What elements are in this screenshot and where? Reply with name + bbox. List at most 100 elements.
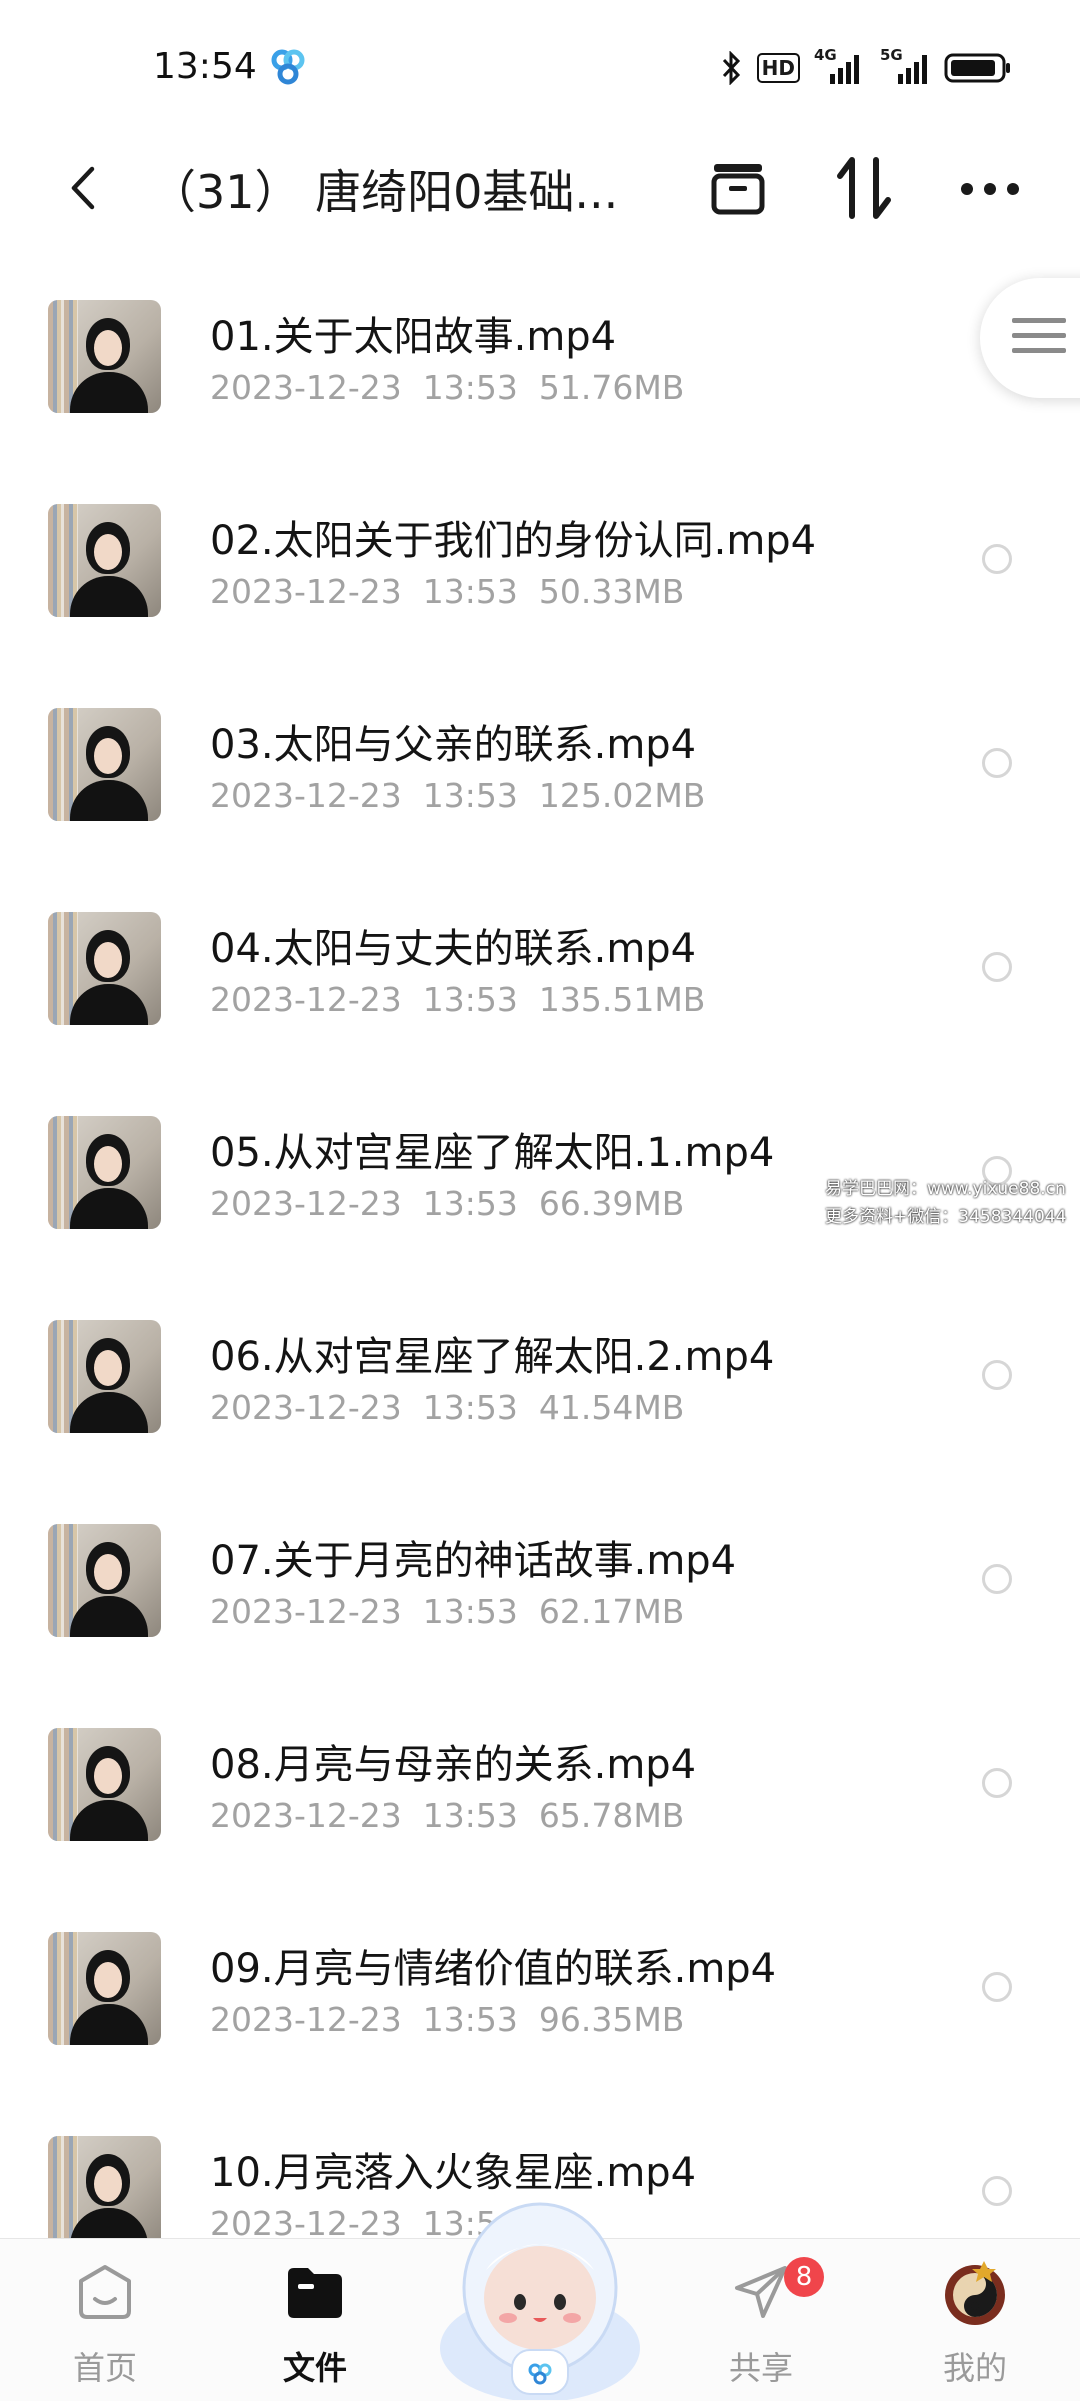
file-time: 13:53 — [422, 1796, 518, 1835]
video-thumbnail — [48, 1728, 161, 1841]
file-size: 50.33MB — [538, 572, 685, 611]
file-name: 09.月亮与情绪价值的联系.mp4 — [210, 1946, 777, 1992]
file-row[interactable]: 03.太阳与父亲的联系.mp4 2023-12-23 13:53 125.02M… — [0, 658, 1080, 862]
file-row[interactable]: 07.关于月亮的神话故事.mp4 2023-12-23 13:53 62.17M… — [0, 1474, 1080, 1678]
cloud-app-icon — [268, 48, 308, 88]
file-size: 62.17MB — [538, 1592, 685, 1631]
file-meta: 2023-12-23 13:53 41.54MB — [210, 1388, 684, 1427]
video-thumbnail — [48, 1524, 161, 1637]
header-bar: （31） 唐绮阳0基础... — [0, 130, 1080, 250]
file-name: 06.从对宫星座了解太阳.2.mp4 — [210, 1334, 775, 1380]
nav-files-label: 文件 — [282, 2349, 347, 2387]
nav-home-label: 首页 — [72, 2349, 137, 2387]
file-row[interactable]: 06.从对宫星座了解太阳.2.mp4 2023-12-23 13:53 41.5… — [0, 1270, 1080, 1474]
nav-me[interactable]: 我的 — [900, 2239, 1050, 2401]
archive-button[interactable] — [698, 148, 778, 232]
file-size: 96.35MB — [538, 2000, 685, 2039]
video-thumbnail — [48, 1320, 161, 1433]
nav-me-label: 我的 — [942, 2349, 1007, 2387]
home-icon — [70, 2257, 140, 2327]
file-meta: 2023-12-23 13:53 65.78MB — [210, 1796, 684, 1835]
nav-home[interactable]: 首页 — [30, 2239, 180, 2401]
select-radio[interactable] — [982, 1972, 1012, 2002]
archive-icon — [708, 160, 768, 220]
file-size: 125.02MB — [538, 776, 706, 815]
file-date: 2023-12-23 — [210, 1184, 402, 1223]
select-radio[interactable] — [982, 1768, 1012, 1798]
share-badge: 8 — [784, 2257, 824, 2297]
back-button[interactable] — [48, 154, 118, 226]
file-date: 2023-12-23 — [210, 776, 402, 815]
nav-files[interactable]: 文件 — [240, 2239, 390, 2401]
nav-share[interactable]: 8 共享 — [686, 2239, 836, 2401]
video-thumbnail — [48, 300, 161, 413]
video-thumbnail — [48, 708, 161, 821]
file-name: 08.月亮与母亲的关系.mp4 — [210, 1742, 697, 1788]
sort-button[interactable] — [824, 148, 904, 232]
file-time: 13:53 — [422, 368, 518, 407]
file-name: 07.关于月亮的神话故事.mp4 — [210, 1538, 737, 1584]
file-row[interactable]: 04.太阳与丈夫的联系.mp4 2023-12-23 13:53 135.51M… — [0, 862, 1080, 1066]
file-meta: 2023-12-23 13:53 51.76MB — [210, 368, 684, 407]
file-date: 2023-12-23 — [210, 1796, 402, 1835]
file-row[interactable]: 05.从对宫星座了解太阳.1.mp4 2023-12-23 13:53 66.3… — [0, 1066, 1080, 1270]
battery-icon — [944, 52, 1012, 84]
select-radio[interactable] — [982, 1564, 1012, 1594]
watermark-line-2: 更多资料+微信：3458344044 — [825, 1207, 1067, 1227]
file-date: 2023-12-23 — [210, 2000, 402, 2039]
network-4g-label: 4G — [814, 46, 837, 64]
status-time: 13:54 — [153, 46, 257, 87]
file-time: 13:53 — [422, 980, 518, 1019]
file-time: 13:53 — [422, 776, 518, 815]
back-icon — [68, 165, 98, 215]
file-date: 2023-12-23 — [210, 1592, 402, 1631]
hd-icon: HD — [756, 53, 800, 83]
select-radio[interactable] — [982, 952, 1012, 982]
status-bar: 13:54 HD 4G 5G — [0, 0, 1080, 130]
nav-share-label: 共享 — [728, 2349, 793, 2387]
file-date: 2023-12-23 — [210, 1388, 402, 1427]
network-5g-label: 5G — [880, 46, 903, 64]
file-row[interactable]: 01.关于太阳故事.mp4 2023-12-23 13:53 51.76MB — [0, 250, 1080, 454]
file-meta: 2023-12-23 13:53 62.17MB — [210, 1592, 684, 1631]
file-time: 13:53 — [422, 1592, 518, 1631]
more-button[interactable] — [950, 148, 1030, 232]
folder-title: （31） 唐绮阳0基础... — [150, 165, 619, 219]
select-radio[interactable] — [982, 1360, 1012, 1390]
mascot-icon[interactable] — [430, 2178, 650, 2402]
file-row[interactable]: 09.月亮与情绪价值的联系.mp4 2023-12-23 13:53 96.35… — [0, 1882, 1080, 2086]
file-size: 135.51MB — [538, 980, 706, 1019]
file-time: 13:53 — [422, 1388, 518, 1427]
4g-signal-icon: 4G — [814, 46, 862, 86]
file-list: 01.关于太阳故事.mp4 2023-12-23 13:53 51.76MB 0… — [0, 250, 1080, 2290]
select-radio[interactable] — [982, 2176, 1012, 2206]
file-size: 66.39MB — [538, 1184, 685, 1223]
more-icon — [960, 181, 1020, 200]
file-row[interactable]: 02.太阳关于我们的身份认同.mp4 2023-12-23 13:53 50.3… — [0, 454, 1080, 658]
file-meta: 2023-12-23 13:53 125.02MB — [210, 776, 705, 815]
file-meta: 2023-12-23 13:53 135.51MB — [210, 980, 705, 1019]
video-thumbnail — [48, 2136, 161, 2249]
file-date: 2023-12-23 — [210, 980, 402, 1019]
video-thumbnail — [48, 912, 161, 1025]
bluetooth-icon — [721, 51, 743, 85]
file-meta: 2023-12-23 13:53 96.35MB — [210, 2000, 684, 2039]
file-name: 02.太阳关于我们的身份认同.mp4 — [210, 518, 817, 564]
file-name: 05.从对宫星座了解太阳.1.mp4 — [210, 1130, 775, 1176]
file-row[interactable]: 08.月亮与母亲的关系.mp4 2023-12-23 13:53 65.78MB — [0, 1678, 1080, 1882]
file-name: 03.太阳与父亲的联系.mp4 — [210, 722, 697, 768]
file-size: 65.78MB — [538, 1796, 685, 1835]
watermark-line-1: 易学巴巴网：www.yixue88.cn — [825, 1179, 1066, 1199]
folder-icon — [280, 2257, 350, 2327]
select-radio[interactable] — [982, 748, 1012, 778]
file-name: 04.太阳与丈夫的联系.mp4 — [210, 926, 697, 972]
video-thumbnail — [48, 504, 161, 617]
menu-icon — [1012, 316, 1066, 360]
file-meta: 2023-12-23 13:53 50.33MB — [210, 572, 684, 611]
file-meta: 2023-12-23 13:53 66.39MB — [210, 1184, 684, 1223]
file-time: 13:53 — [422, 2000, 518, 2039]
file-date: 2023-12-23 — [210, 572, 402, 611]
select-radio[interactable] — [982, 544, 1012, 574]
file-name: 01.关于太阳故事.mp4 — [210, 314, 617, 360]
video-thumbnail — [48, 1116, 161, 1229]
